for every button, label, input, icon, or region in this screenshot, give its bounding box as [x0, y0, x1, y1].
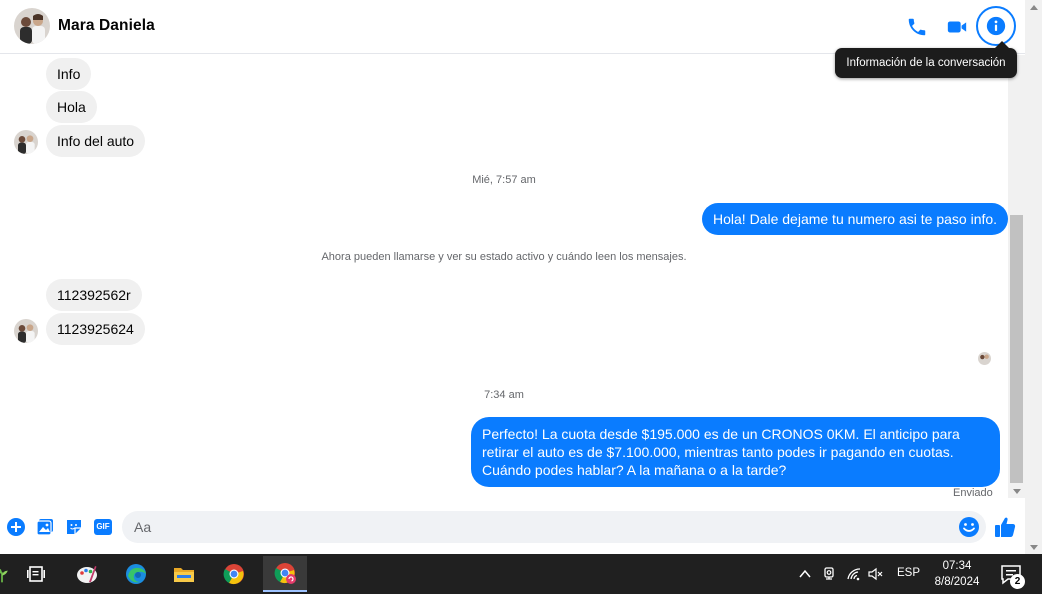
info-tooltip: Información de la conversación: [835, 41, 1017, 78]
sender-avatar[interactable]: [14, 130, 38, 154]
volume-muted-icon[interactable]: [868, 566, 884, 582]
seen-indicator-avatar: [978, 352, 991, 365]
gif-button[interactable]: GIF: [93, 517, 113, 537]
thumbs-up-icon: [995, 517, 1016, 537]
incoming-message[interactable]: Info: [46, 58, 92, 90]
scrollbar-thumb[interactable]: [1010, 215, 1023, 483]
more-actions-button[interactable]: [6, 517, 26, 537]
scroll-down-arrow[interactable]: [1008, 484, 1025, 498]
emoji-button[interactable]: [958, 516, 980, 538]
clock-time: 07:34: [942, 560, 972, 572]
chrome-profile-active-icon[interactable]: [263, 556, 307, 592]
notification-count-badge: 2: [1010, 574, 1025, 589]
task-view-icon[interactable]: [20, 558, 52, 590]
video-camera-icon: [947, 21, 967, 33]
sender-avatar[interactable]: [14, 319, 38, 343]
file-explorer-icon[interactable]: [168, 558, 200, 590]
chrome-browser-icon[interactable]: [218, 558, 250, 590]
like-button[interactable]: [993, 515, 1017, 539]
smiley-icon: [959, 517, 979, 537]
video-call-button[interactable]: [942, 12, 972, 42]
contact-name[interactable]: Mara Daniela: [58, 17, 155, 35]
delivery-status: Enviado: [953, 487, 993, 499]
gif-label: GIF: [96, 522, 110, 531]
system-notice: Ahora pueden llamarse y ver su estado ac…: [321, 251, 687, 263]
message-timestamp: 7:34 am: [484, 389, 524, 401]
page-scrollbar[interactable]: [1025, 0, 1042, 554]
contact-avatar[interactable]: [14, 8, 50, 44]
info-icon: [986, 16, 1006, 36]
chevron-up-icon[interactable]: [797, 566, 813, 582]
message-input[interactable]: [122, 511, 986, 543]
page-scroll-up-arrow[interactable]: [1025, 0, 1042, 14]
edge-browser-icon[interactable]: [120, 558, 152, 590]
outgoing-message[interactable]: Perfecto! La cuota desde $195.000 es de …: [471, 417, 1000, 487]
plus-circle-icon: [7, 518, 25, 536]
incoming-message[interactable]: 1123925624: [46, 313, 145, 345]
paint-app-icon[interactable]: [71, 558, 103, 590]
keyboard-language[interactable]: ESP: [897, 567, 920, 579]
audio-call-button[interactable]: [902, 12, 932, 42]
system-clock[interactable]: 07:34 8/8/2024: [928, 558, 986, 590]
incoming-message[interactable]: 112392562r: [46, 279, 142, 311]
chat-header: Mara Daniela: [0, 0, 1025, 54]
conversation-info-button[interactable]: [976, 6, 1016, 46]
incoming-message[interactable]: Hola: [46, 91, 97, 123]
incoming-message[interactable]: Info del auto: [46, 125, 146, 157]
camera-app-icon[interactable]: [821, 566, 837, 582]
message-composer: GIF: [0, 508, 1025, 546]
clock-date: 8/8/2024: [934, 576, 980, 588]
plant-widget-icon[interactable]: [0, 558, 12, 590]
sticker-icon: [67, 520, 81, 534]
sticker-button[interactable]: [64, 517, 84, 537]
page-scroll-down-arrow[interactable]: [1025, 540, 1042, 554]
phone-icon: [908, 18, 926, 36]
message-timestamp: Mié, 7:57 am: [472, 174, 536, 186]
attach-photo-button[interactable]: [35, 517, 55, 537]
windows-taskbar: ESP 07:34 8/8/2024 2: [0, 554, 1042, 594]
wifi-icon[interactable]: [846, 566, 862, 582]
chat-scrollbar[interactable]: [1008, 55, 1025, 498]
outgoing-message[interactable]: Hola! Dale dejame tu numero asi te paso …: [702, 203, 1009, 235]
photo-icon: [36, 519, 53, 536]
